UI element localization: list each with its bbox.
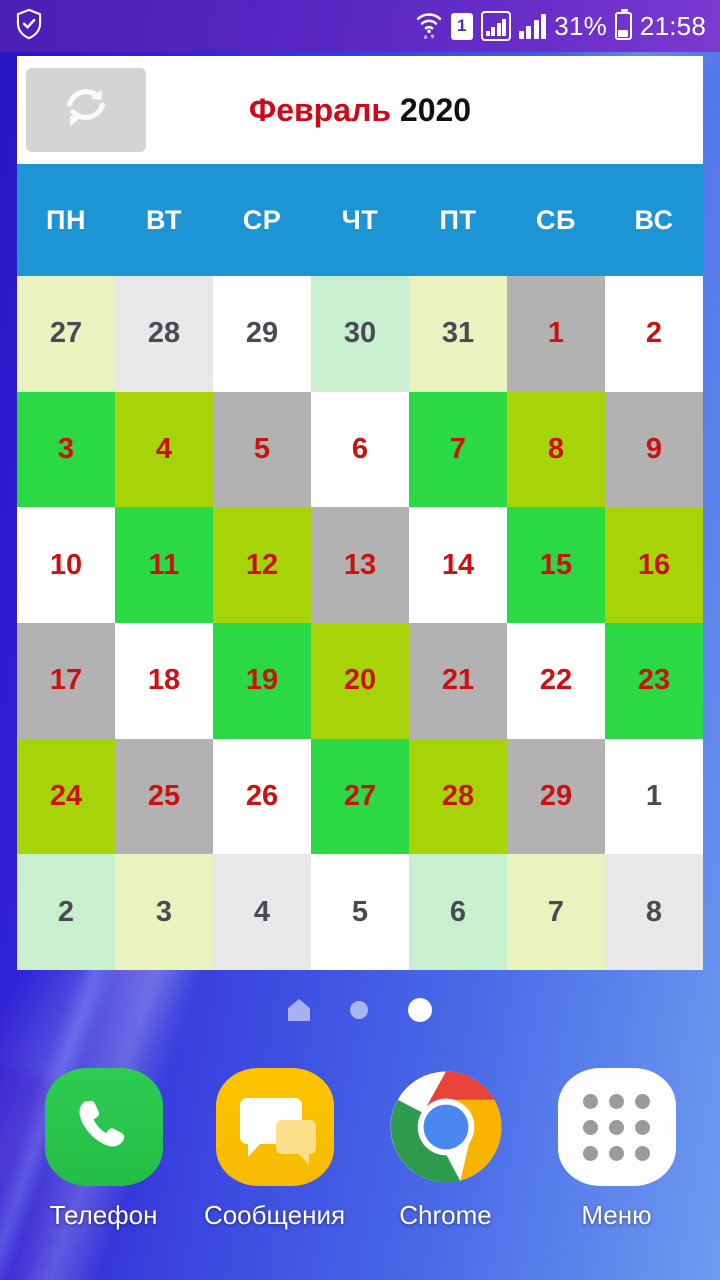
calendar-day-cell[interactable]: 8 [507, 391, 605, 508]
calendar-day-cell[interactable]: 2 [605, 276, 703, 392]
calendar-day-cell[interactable]: 25 [115, 738, 213, 855]
shield-check-icon [14, 8, 44, 45]
calendar-day-cell[interactable]: 3 [115, 854, 213, 970]
weekday-header-row: ПН ВТ СР ЧТ ПТ СБ ВС [17, 164, 703, 276]
calendar-day-cell[interactable]: 19 [213, 622, 311, 739]
page-indicator-dot-active[interactable] [408, 998, 432, 1022]
calendar-day-cell[interactable]: 4 [213, 854, 311, 970]
calendar-day-cell[interactable]: 2 [17, 854, 115, 970]
calendar-widget[interactable]: Февраль 2020 ПН ВТ СР ЧТ ПТ СБ ВС 27 28 29… [17, 56, 703, 970]
apps-menu-icon [557, 1068, 676, 1186]
signal-bars-icon [518, 13, 547, 39]
battery-icon [614, 9, 632, 40]
dock-label-messages: Сообщения [203, 1200, 346, 1230]
sim-1-badge: 1 [450, 12, 473, 40]
calendar-day-cell[interactable]: 7 [507, 854, 605, 970]
calendar-day-cell[interactable]: 22 [507, 622, 605, 739]
messages-icon [215, 1068, 334, 1186]
calendar-day-cell[interactable]: 13 [311, 507, 409, 623]
calendar-day-cell[interactable]: 16 [605, 507, 703, 623]
page-indicator[interactable] [0, 998, 720, 1022]
calendar-day-cell[interactable]: 8 [605, 854, 703, 970]
calendar-month-label: Февраль [248, 91, 392, 128]
weekday-sat: СБ [536, 204, 576, 235]
calendar-day-cell[interactable]: 5 [213, 391, 311, 508]
chrome-icon [387, 1068, 505, 1186]
calendar-day-cell[interactable]: 10 [17, 507, 115, 623]
calendar-day-cell[interactable]: 26 [213, 738, 311, 855]
status-bar: 1 31% 21:58 [0, 0, 720, 52]
calendar-header: Февраль 2020 [17, 56, 703, 164]
weekday-mon: ПН [46, 204, 86, 235]
calendar-day-cell[interactable]: 29 [507, 738, 605, 855]
dock-label-menu: Меню [581, 1200, 652, 1230]
calendar-day-cell[interactable]: 18 [115, 622, 213, 739]
calendar-day-cell[interactable]: 1 [507, 276, 605, 392]
weekday-fri: ПТ [439, 204, 477, 235]
calendar-day-cell[interactable]: 12 [213, 507, 311, 623]
weekday-sun: ВС [634, 204, 674, 235]
clock-label: 21:58 [639, 10, 706, 41]
calendar-day-cell[interactable]: 21 [409, 622, 507, 739]
calendar-day-cell[interactable]: 6 [409, 854, 507, 970]
wifi-icon [415, 9, 443, 44]
calendar-day-cell[interactable]: 30 [311, 276, 409, 392]
phone-icon [44, 1068, 163, 1186]
calendar-day-cell[interactable]: 14 [409, 507, 507, 623]
calendar-day-cell[interactable]: 28 [409, 738, 507, 855]
weekday-wed: СР [242, 204, 282, 235]
calendar-day-cell[interactable]: 6 [311, 391, 409, 508]
signal-bars-boxed-icon [480, 11, 511, 41]
calendar-year-label: 2020 [399, 91, 472, 128]
calendar-day-cell[interactable]: 17 [17, 622, 115, 739]
weekday-tue: ВТ [146, 204, 182, 235]
weekday-thu: ЧТ [341, 204, 379, 235]
dock-label-phone: Телефон [49, 1200, 158, 1230]
calendar-day-cell[interactable]: 1 [605, 738, 703, 855]
page-indicator-dot[interactable] [350, 1001, 368, 1019]
dock-label-chrome: Chrome [399, 1200, 492, 1230]
calendar-day-cell[interactable]: 9 [605, 391, 703, 508]
calendar-day-cell[interactable]: 29 [213, 276, 311, 392]
calendar-day-cell[interactable]: 15 [507, 507, 605, 623]
dock-item-messages[interactable]: Сообщения [195, 1068, 355, 1231]
calendar-day-cell[interactable]: 23 [605, 622, 703, 739]
dock-item-menu[interactable]: Меню [537, 1068, 697, 1231]
calendar-day-cell[interactable]: 5 [311, 854, 409, 970]
calendar-day-cell[interactable]: 3 [17, 391, 115, 508]
calendar-day-cell[interactable]: 11 [115, 507, 213, 623]
calendar-day-cell[interactable]: 28 [115, 276, 213, 392]
calendar-day-cell[interactable]: 27 [311, 738, 409, 855]
battery-percent-label: 31% [554, 10, 607, 41]
calendar-day-cell[interactable]: 20 [311, 622, 409, 739]
dock-item-phone[interactable]: Телефон [24, 1068, 184, 1231]
calendar-day-cell[interactable]: 4 [115, 391, 213, 508]
calendar-day-cell[interactable]: 7 [409, 391, 507, 508]
dock: Телефон Сообщения Chrome Меню [0, 1068, 720, 1280]
calendar-day-cell[interactable]: 27 [17, 276, 115, 392]
calendar-day-cell[interactable]: 24 [17, 738, 115, 855]
dock-item-chrome[interactable]: Chrome [366, 1068, 526, 1231]
calendar-days-grid[interactable]: 27 28 29 30 31 1 2 3 4 5 6 7 8 9 10 11 12 13 14 15 16 17 18 19 2… [17, 276, 703, 970]
page-title: Февраль 2020 [17, 92, 703, 129]
calendar-day-cell[interactable]: 31 [409, 276, 507, 392]
page-indicator-home-icon[interactable] [288, 999, 310, 1021]
